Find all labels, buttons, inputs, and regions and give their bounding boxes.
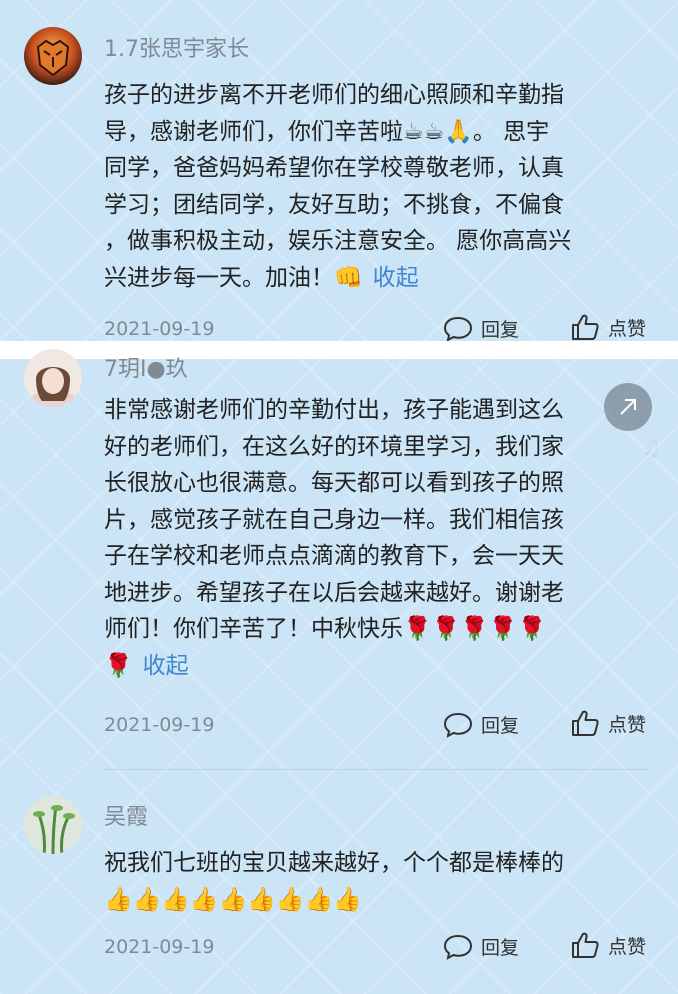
like-label: 点赞 (608, 317, 647, 340)
comment-bubble-icon (443, 712, 473, 738)
avatar[interactable] (24, 27, 82, 85)
like-button[interactable]: 点赞 (570, 931, 646, 959)
floating-action-button[interactable] (604, 383, 652, 431)
comment-line: 🌹 (104, 652, 133, 679)
avatar[interactable] (24, 796, 82, 854)
comment-bubble-icon (443, 934, 473, 960)
comment-line: 兴进步每一天。加油！👊 (104, 264, 363, 291)
like-label: 点赞 (608, 935, 647, 958)
comment-line: 长很放心也很满意。每天都可以看到孩子的照 (104, 470, 564, 496)
thumbs-up-icon (572, 932, 599, 958)
comment-line: 学习；团结同学，友好互助；不挑食，不偏食 (104, 191, 564, 218)
comment-line: 片，感觉孩子就在自己身边一样。我们相信孩 (104, 506, 564, 533)
reply-button[interactable]: 回复 (443, 933, 519, 960)
comment-line: 👍👍👍👍👍👍👍👍👍 (104, 886, 362, 913)
comment-line: 祝我们七班的宝贝越来越好，个个都是棒棒的 (104, 850, 564, 876)
collapse-link[interactable]: 收起 (373, 265, 419, 291)
comment-line: 好的老师们，在这么好的环境里学习，我们家 (104, 433, 564, 460)
username[interactable]: 1.7张思宇家长 (104, 31, 249, 63)
section-separator (0, 341, 678, 359)
username[interactable]: 7玥I●玖 (104, 351, 188, 383)
comment-bubble-icon (443, 316, 473, 342)
comment-line: 导，感谢老师们，你们辛苦啦☕☕🙏。 思宇 (104, 118, 550, 145)
avatar[interactable] (24, 349, 82, 407)
comment-text: 非常感谢老师们的辛勤付出，孩子能遇到这么 好的老师们，在这么好的环境里学习，我们… (104, 392, 652, 684)
reply-label: 回复 (481, 715, 520, 737)
comment-line: 师们！你们辛苦了！中秋快乐🌹🌹🌹🌹🌹 (104, 616, 547, 642)
comment-text: 孩子的进步离不开老师们的细心照顾和辛勤指 导，感谢老师们，你们辛苦啦☕☕🙏。 思… (104, 77, 652, 296)
like-button[interactable]: 点赞 (570, 709, 646, 737)
thumbs-up-icon (572, 710, 599, 736)
comment-line: 地进步。希望孩子在以后会越来越好。谢谢老 (104, 579, 564, 606)
comment-date: 2021-09-19 (104, 714, 215, 736)
comment-line: 孩子的进步离不开老师们的细心照顾和辛勤指 (104, 82, 564, 108)
comment-date: 2021-09-19 (104, 318, 215, 340)
comment-line: 非常感谢老师们的辛勤付出，孩子能遇到这么 (104, 397, 564, 423)
username[interactable]: 吴霞 (104, 799, 148, 831)
comment-date: 2021-09-19 (104, 936, 215, 958)
reply-label: 回复 (481, 937, 520, 959)
comment-text: 祝我们七班的宝贝越来越好，个个都是棒棒的 👍👍👍👍👍👍👍👍👍 (104, 845, 652, 918)
music-note-icon: ♫ (641, 436, 661, 461)
comment-line-last: 兴进步每一天。加油！👊 收起 (104, 260, 652, 297)
comment-divider (104, 769, 648, 770)
comment-line: ，做事积极主动，娱乐注意安全。 愿你高高兴 (104, 228, 572, 254)
back-to-top-icon (620, 399, 636, 415)
collapse-link[interactable]: 收起 (143, 653, 189, 679)
comment-line-last: 🌹 收起 (104, 648, 652, 685)
reply-button[interactable]: 回复 (443, 711, 519, 738)
reply-label: 回复 (481, 319, 520, 341)
like-button[interactable]: 点赞 (570, 313, 646, 341)
reply-button[interactable]: 回复 (443, 315, 519, 342)
thumbs-up-icon (572, 314, 599, 340)
comment-line: 同学，爸爸妈妈希望你在学校尊敬老师，认真 (104, 155, 564, 181)
like-label: 点赞 (608, 713, 647, 736)
comment-line: 子在学校和老师点点滴滴的教育下，会一天天 (104, 543, 564, 569)
